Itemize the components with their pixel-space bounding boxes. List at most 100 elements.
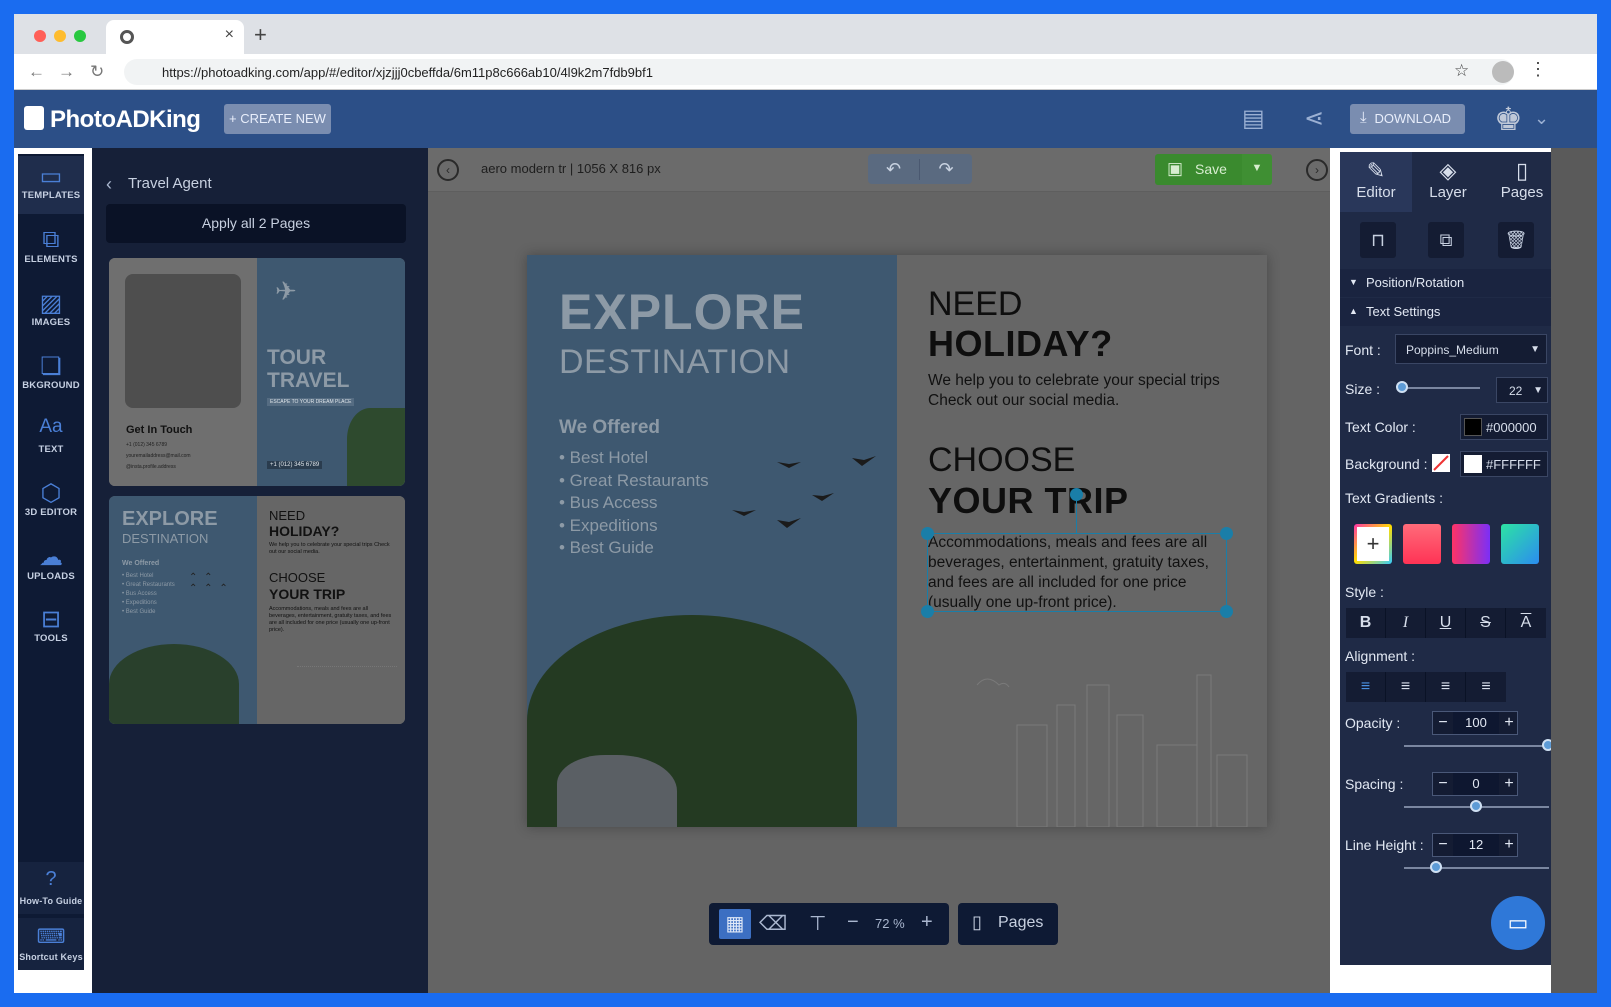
resize-handle-top-right[interactable]	[1220, 527, 1233, 540]
opacity-stepper[interactable]: − 100 +	[1432, 711, 1518, 735]
line-height-stepper[interactable]: − 12 +	[1432, 833, 1518, 857]
minus-icon[interactable]: −	[1433, 712, 1453, 734]
url-field[interactable]: https://photoadking.com/app/#/editor/xjz…	[124, 59, 1514, 85]
resize-handle-bottom-right[interactable]	[1220, 605, 1233, 618]
presentation-icon[interactable]: ⊤	[809, 911, 826, 936]
create-new-button[interactable]: + CREATE NEW	[224, 104, 331, 134]
chess-king-avatar-icon[interactable]: ♚	[1494, 100, 1523, 138]
gradient-swatch-red[interactable]	[1403, 524, 1441, 564]
back-chevron-icon[interactable]: ‹	[106, 174, 112, 195]
feedback-icon[interactable]: ▤	[1242, 104, 1265, 133]
align-left-icon[interactable]: ≡	[1346, 672, 1386, 702]
opacity-slider-knob[interactable]	[1542, 739, 1551, 751]
text-color-field[interactable]: #000000	[1460, 414, 1548, 440]
chevron-down-icon[interactable]: ⌄	[1534, 108, 1549, 129]
we-offered-heading[interactable]: We Offered	[559, 417, 660, 439]
rail-item-3d-editor[interactable]: ⬡ 3D EDITOR	[18, 473, 84, 531]
gradient-swatch-teal-blue[interactable]	[1501, 524, 1539, 564]
holiday-description[interactable]: We help you to celebrate your special tr…	[928, 371, 1238, 411]
redo-icon[interactable]: ↷	[920, 159, 972, 180]
minimize-window-button[interactable]	[54, 30, 66, 42]
rail-item-uploads[interactable]: ☁ UPLOADS	[18, 537, 84, 595]
share-icon[interactable]: ⋖	[1304, 104, 1324, 133]
plus-icon[interactable]: +	[1499, 773, 1519, 795]
size-slider-track[interactable]	[1400, 387, 1480, 389]
opacity-value[interactable]: 100	[1453, 712, 1499, 734]
new-tab-button[interactable]: +	[254, 22, 267, 48]
background-color-swatch[interactable]	[1464, 455, 1482, 473]
plus-icon[interactable]: +	[1499, 712, 1519, 734]
minus-icon[interactable]: −	[1433, 773, 1453, 795]
spacing-stepper[interactable]: − 0 +	[1432, 772, 1518, 796]
align-right-icon[interactable]: ≡	[1426, 672, 1466, 702]
prev-page-icon[interactable]: ‹	[437, 159, 459, 181]
more-menu-icon[interactable]: ⋮	[1529, 59, 1547, 80]
photoadking-logo[interactable]: PhotoADKing	[24, 106, 201, 134]
bold-button[interactable]: B	[1346, 608, 1386, 638]
city-skyline-graphic[interactable]	[917, 655, 1267, 827]
destination-heading[interactable]: DESTINATION	[559, 343, 791, 382]
rotate-handle[interactable]	[1070, 488, 1083, 501]
download-button[interactable]: ⤓ DOWNLOAD	[1350, 104, 1465, 134]
offered-list[interactable]: • Best Hotel • Great Restaurants • Bus A…	[559, 447, 709, 560]
tab-close-icon[interactable]: ×	[225, 26, 234, 44]
text-settings-section[interactable]: ▲ Text Settings	[1340, 298, 1551, 326]
template-thumbnail-page-1[interactable]: Get In Touch +1 (012) 345 6789 youremail…	[109, 258, 405, 486]
pages-button[interactable]: ▯ Pages	[958, 903, 1058, 945]
justify-icon[interactable]: ≡	[1466, 672, 1506, 702]
grid-view-icon[interactable]: ▦	[719, 909, 751, 939]
reload-icon[interactable]: ↻	[90, 62, 104, 82]
apply-all-pages-button[interactable]: Apply all 2 Pages	[106, 204, 406, 243]
undo-icon[interactable]: ↶	[868, 159, 920, 180]
resize-handle-bottom-left[interactable]	[921, 605, 934, 618]
browser-tab[interactable]: ×	[106, 20, 244, 54]
zoom-in-button[interactable]: +	[921, 911, 933, 934]
minus-icon[interactable]: −	[1433, 834, 1453, 856]
template-thumbnail-page-2[interactable]: EXPLORE DESTINATION We Offered • Best Ho…	[109, 496, 405, 724]
back-arrow-icon[interactable]: ←	[28, 62, 45, 82]
add-gradient-button[interactable]: +	[1354, 524, 1392, 564]
gradient-swatch-pink-purple[interactable]	[1452, 524, 1490, 564]
choose-heading[interactable]: CHOOSE	[928, 441, 1075, 480]
line-height-slider-track[interactable]	[1404, 867, 1549, 869]
chat-support-icon[interactable]: ▭	[1491, 896, 1545, 950]
trash-icon[interactable]: 🗑	[1498, 222, 1534, 258]
rail-item-how-to-guide[interactable]: ? How-To Guide	[18, 862, 84, 914]
forward-arrow-icon[interactable]: →	[58, 62, 75, 82]
bookmark-star-icon[interactable]: ☆	[1454, 61, 1469, 81]
rail-item-templates[interactable]: ▭ TEMPLATES	[18, 156, 84, 214]
line-height-value[interactable]: 12	[1453, 834, 1499, 856]
save-dropdown-button[interactable]: ▼	[1242, 154, 1272, 185]
duplicate-icon[interactable]: ⧉	[1428, 222, 1464, 258]
rail-item-shortcut-keys[interactable]: ⌨ Shortcut Keys	[18, 918, 84, 970]
maximize-window-button[interactable]	[74, 30, 86, 42]
tab-editor[interactable]: ✎ Editor	[1340, 152, 1412, 212]
size-select[interactable]: 22 ▼	[1496, 377, 1548, 403]
need-heading[interactable]: NEED	[928, 285, 1022, 324]
explore-heading[interactable]: EXPLORE	[559, 283, 805, 341]
paint-roller-icon[interactable]: ⊓	[1360, 222, 1396, 258]
opacity-slider-track[interactable]	[1404, 745, 1549, 747]
eraser-icon[interactable]: ⌫	[759, 911, 787, 936]
line-height-slider-knob[interactable]	[1430, 861, 1442, 873]
rail-item-tools[interactable]: ⊟ TOOLS	[18, 599, 84, 657]
your-trip-heading[interactable]: YOUR TRIP	[928, 480, 1129, 522]
font-select[interactable]: Poppins_Medium ▼	[1395, 334, 1547, 364]
size-slider-knob[interactable]	[1396, 381, 1408, 393]
strikethrough-button[interactable]: S	[1466, 608, 1506, 638]
spacing-value[interactable]: 0	[1453, 773, 1499, 795]
background-color-field[interactable]: #FFFFFF	[1460, 451, 1548, 477]
underline-button[interactable]: U	[1426, 608, 1466, 638]
resize-handle-top-left[interactable]	[921, 527, 934, 540]
close-window-button[interactable]	[34, 30, 46, 42]
spacing-slider-knob[interactable]	[1470, 800, 1482, 812]
tab-layer[interactable]: ◈ Layer	[1412, 152, 1484, 212]
design-canvas[interactable]: EXPLORE DESTINATION We Offered • Best Ho…	[527, 255, 1267, 827]
holiday-heading[interactable]: HOLIDAY?	[928, 323, 1113, 365]
rail-item-text[interactable]: Aa TEXT	[18, 410, 84, 468]
overline-button[interactable]: A	[1506, 608, 1546, 638]
document-name[interactable]: aero modern tr	[481, 161, 566, 176]
rail-item-background[interactable]: ❏ BKGROUND	[18, 346, 84, 404]
text-color-swatch[interactable]	[1464, 418, 1482, 436]
profile-avatar[interactable]	[1492, 61, 1514, 83]
